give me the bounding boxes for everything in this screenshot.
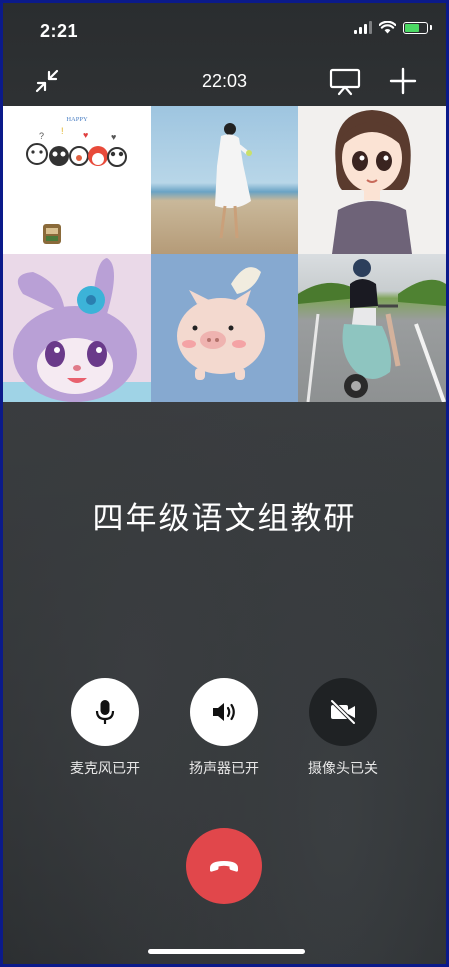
- speaker-toggle-button[interactable]: [190, 678, 258, 746]
- participant-tile[interactable]: [151, 254, 298, 402]
- camera-control: 摄像头已关: [293, 678, 393, 778]
- add-participant-icon[interactable]: [387, 65, 419, 97]
- meeting-title: 四年级语文组教研: [92, 501, 357, 536]
- participant-tile[interactable]: [298, 254, 446, 402]
- camera-toggle-button[interactable]: [309, 678, 377, 746]
- microphone-control: 麦克风已开: [55, 678, 155, 778]
- speaker-icon: [213, 703, 235, 721]
- avatar: [215, 123, 252, 239]
- hang-up-icon: [210, 861, 238, 872]
- microphone-icon: [95, 700, 115, 724]
- call-timer: 22:03: [201, 71, 248, 91]
- avatar: HAPPY ?! ♥ ♥: [26, 116, 127, 244]
- avatar: [332, 110, 412, 254]
- avatar: [3, 258, 151, 402]
- svg-text:♥: ♥: [111, 132, 116, 142]
- avatar-happy-text: HAPPY: [66, 116, 88, 123]
- home-indicator[interactable]: [148, 949, 305, 954]
- participant-tile[interactable]: [298, 106, 446, 254]
- camera-status-label: 摄像头已关: [308, 760, 378, 776]
- microphone-status-label: 麦克风已开: [70, 760, 140, 776]
- cellular-signal-icon: [354, 21, 372, 34]
- status-time: 2:21: [40, 21, 79, 41]
- wifi-icon: [379, 21, 396, 34]
- hang-up-button[interactable]: [186, 828, 262, 904]
- call-top-bar: 22:03: [3, 59, 446, 103]
- svg-text:!: !: [61, 126, 64, 136]
- participant-tile[interactable]: [151, 106, 298, 254]
- battery-icon: [403, 21, 428, 34]
- screen-share-icon[interactable]: [328, 65, 362, 97]
- speaker-status-label: 扬声器已开: [189, 760, 259, 776]
- status-icons: [354, 21, 432, 34]
- svg-text:♥: ♥: [83, 130, 88, 140]
- participant-tile[interactable]: [3, 254, 151, 402]
- camera-off-icon: [330, 699, 356, 725]
- participant-tile[interactable]: HAPPY ?! ♥ ♥: [3, 106, 151, 254]
- microphone-toggle-button[interactable]: [71, 678, 139, 746]
- status-bar: 2:21: [3, 3, 446, 53]
- speaker-control: 扬声器已开: [174, 678, 274, 778]
- participants-grid: HAPPY ?! ♥ ♥: [3, 106, 446, 402]
- avatar: [298, 259, 446, 402]
- voice-call-screen: 2:21 22:03 HAPPY ? ! ♥ ♥ 四年级语文组教研 麦克风已开 …: [3, 3, 446, 964]
- battery-tip: [430, 25, 432, 30]
- svg-text:?: ?: [39, 131, 44, 141]
- avatar: [177, 267, 265, 380]
